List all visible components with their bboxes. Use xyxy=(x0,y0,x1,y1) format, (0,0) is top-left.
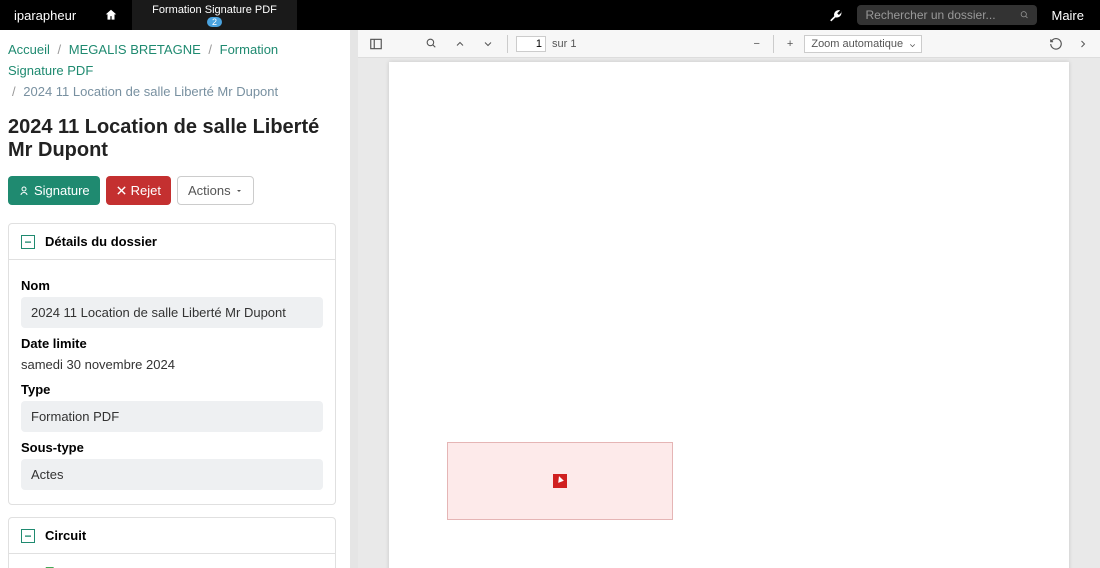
brand: iparapheur xyxy=(0,8,90,23)
signature-placeholder[interactable] xyxy=(447,442,673,520)
next-page[interactable] xyxy=(477,36,499,52)
search-box[interactable] xyxy=(857,5,1037,25)
rotate-icon xyxy=(1049,37,1063,51)
breadcrumb-current: 2024 11 Location de salle Liberté Mr Dup… xyxy=(23,84,278,99)
page-total: sur 1 xyxy=(552,38,576,50)
collapse-icon[interactable]: − xyxy=(21,529,35,543)
search-input[interactable] xyxy=(865,8,1020,22)
chevron-down-icon xyxy=(482,38,494,50)
subtype-value: Actes xyxy=(21,459,323,490)
home-icon xyxy=(104,8,118,22)
chevron-down-icon xyxy=(908,41,917,50)
panel-icon xyxy=(369,37,383,51)
pdf-toolbar: sur 1 − + Zoom automatique xyxy=(358,30,1100,58)
deadline-label: Date limite xyxy=(21,336,323,351)
home-button[interactable] xyxy=(90,8,132,22)
breadcrumb-link-1[interactable]: MEGALIS BRETAGNE xyxy=(69,42,201,57)
pane-divider[interactable] xyxy=(350,30,358,568)
type-label: Type xyxy=(21,382,323,397)
topbar: iparapheur Formation Signature PDF 2 Mai… xyxy=(0,0,1100,30)
pdf-preview: sur 1 − + Zoom automatique xyxy=(358,30,1100,568)
caret-down-icon xyxy=(235,187,243,195)
signature-button[interactable]: Signature xyxy=(8,176,100,205)
close-icon xyxy=(116,185,127,196)
wrench-icon xyxy=(829,8,843,22)
breadcrumb: Accueil / MEGALIS BRETAGNE / Formation S… xyxy=(8,40,336,102)
circuit-step: Formation Création PDF Par SGM SGM Le 11… xyxy=(21,560,323,568)
sidebar-toggle[interactable] xyxy=(364,35,388,53)
tab-formation-signature[interactable]: Formation Signature PDF 2 xyxy=(132,0,297,30)
settings-button[interactable] xyxy=(823,8,849,22)
details-header: − Détails du dossier xyxy=(9,224,335,260)
page-title: 2024 11 Location de salle Liberté Mr Dup… xyxy=(8,116,336,162)
name-value: 2024 11 Location de salle Liberté Mr Dup… xyxy=(21,297,323,328)
pdf-canvas[interactable] xyxy=(358,58,1100,568)
page-input[interactable] xyxy=(516,36,546,52)
prev-page[interactable] xyxy=(449,36,471,52)
user-menu[interactable]: Maire xyxy=(1045,8,1090,23)
pdf-page xyxy=(389,62,1069,568)
tab-label: Formation Signature PDF xyxy=(152,4,277,16)
breadcrumb-link-0[interactable]: Accueil xyxy=(8,42,50,57)
find-button[interactable] xyxy=(420,35,443,52)
more-button[interactable] xyxy=(1072,36,1094,52)
zoom-out[interactable]: − xyxy=(748,36,764,52)
signature-icon xyxy=(18,185,30,197)
circuit-header: − Circuit xyxy=(9,518,335,554)
pointer-icon xyxy=(553,474,567,488)
details-panel: − Détails du dossier Nom 2024 11 Locatio… xyxy=(8,223,336,505)
tab-badge: 2 xyxy=(207,17,222,27)
type-value: Formation PDF xyxy=(21,401,323,432)
search-icon xyxy=(425,37,438,50)
chevron-up-icon xyxy=(454,38,466,50)
chevron-right-icon xyxy=(1077,38,1089,50)
circuit-panel: − Circuit Formation Création PDF Par SGM… xyxy=(8,517,336,568)
zoom-in[interactable]: + xyxy=(782,36,798,52)
actions-button[interactable]: Actions xyxy=(177,176,254,205)
collapse-icon[interactable]: − xyxy=(21,235,35,249)
search-icon xyxy=(1020,9,1029,21)
left-panel: Accueil / MEGALIS BRETAGNE / Formation S… xyxy=(0,30,350,568)
zoom-select[interactable]: Zoom automatique xyxy=(804,35,922,53)
subtype-label: Sous-type xyxy=(21,440,323,455)
deadline-value: samedi 30 novembre 2024 xyxy=(21,355,323,374)
rotate-button[interactable] xyxy=(1044,35,1068,53)
name-label: Nom xyxy=(21,278,323,293)
reject-button[interactable]: Rejet xyxy=(106,176,171,205)
action-buttons: Signature Rejet Actions xyxy=(8,176,336,205)
